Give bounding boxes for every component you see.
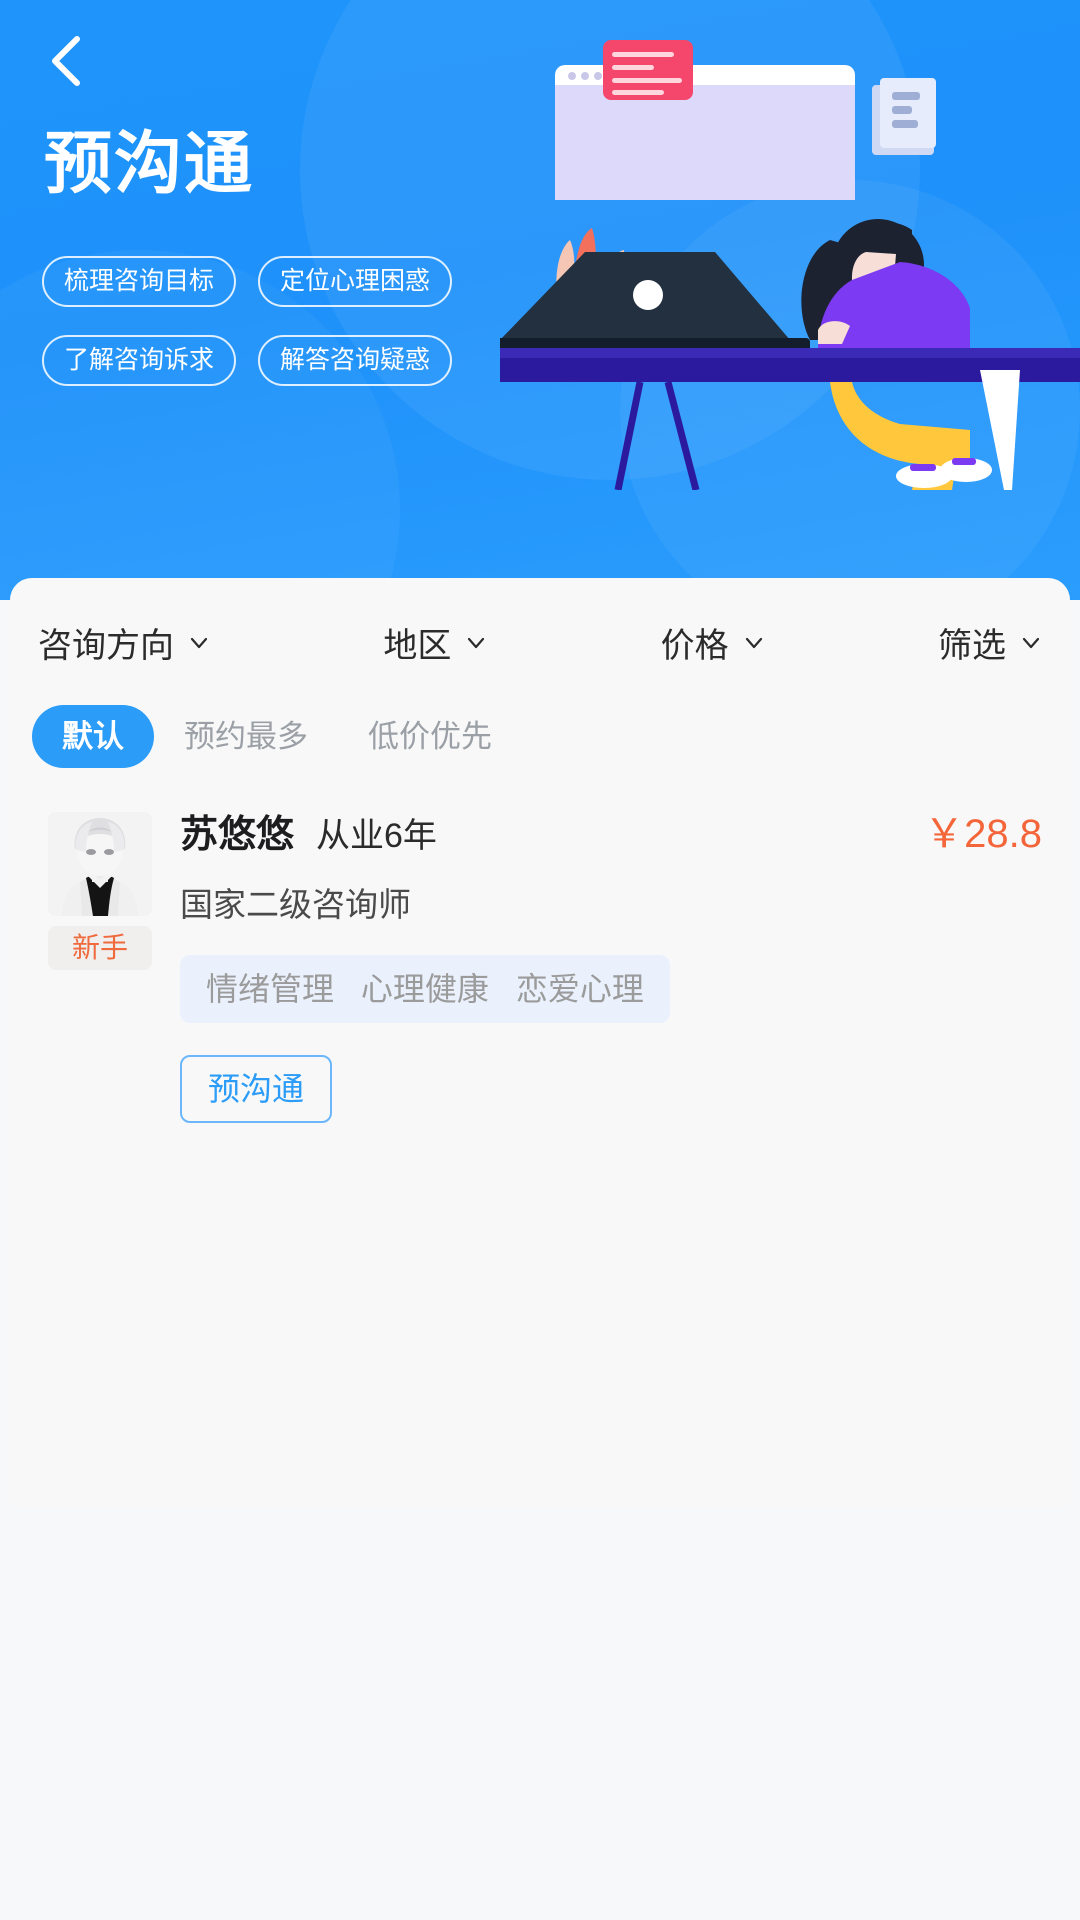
hero-feature-pills: 梳理咨询目标 定位心理困惑 了解咨询诉求 解答咨询疑惑 xyxy=(42,256,462,414)
sort-tab-most-booked[interactable]: 预约最多 xyxy=(154,705,338,768)
avatar-column: 新手 xyxy=(48,812,152,1163)
counselor-price: ￥28.8 xyxy=(924,812,1042,856)
hero-pill: 定位心理困惑 xyxy=(258,256,453,307)
chevron-down-icon xyxy=(1020,632,1042,654)
avatar xyxy=(48,812,152,916)
filter-label: 筛选 xyxy=(937,627,1006,665)
tag: 心理健康 xyxy=(360,971,489,1008)
hero-pill: 梳理咨询目标 xyxy=(42,256,237,307)
counselor-info: 苏悠悠 从业6年 ￥28.8 国家二级咨询师 情绪管理 心理健康 恋爱心理 预沟… xyxy=(180,812,1042,1163)
chevron-down-icon xyxy=(743,632,765,654)
counselor-tags: 情绪管理 心理健康 恋爱心理 xyxy=(180,955,670,1024)
page-title: 预沟通 xyxy=(44,126,255,202)
hero-pill: 了解咨询诉求 xyxy=(42,335,237,386)
hero-pill: 解答咨询疑惑 xyxy=(258,335,453,386)
filter-label: 地区 xyxy=(383,627,452,665)
filter-region[interactable]: 地区 xyxy=(383,618,487,667)
counselor-name: 苏悠悠 xyxy=(180,814,295,856)
filter-label: 价格 xyxy=(660,627,729,665)
sort-tabs: 默认 预约最多 低价优先 xyxy=(10,667,1070,768)
app-screen: 预沟通 梳理咨询目标 定位心理困惑 了解咨询诉求 解答咨询疑惑 咨询方向 地区 … xyxy=(0,0,1080,1920)
pre-consult-button[interactable]: 预沟通 xyxy=(180,1055,333,1124)
status-badge: 新手 xyxy=(48,926,152,970)
filter-bar: 咨询方向 地区 价格 筛选 xyxy=(10,578,1070,667)
tag: 情绪管理 xyxy=(206,971,335,1008)
chevron-down-icon xyxy=(465,632,487,654)
sort-tab-lowest-price[interactable]: 低价优先 xyxy=(338,705,522,768)
counselor-name-row: 苏悠悠 从业6年 ￥28.8 xyxy=(180,812,1042,857)
back-button[interactable] xyxy=(34,28,100,94)
tag: 恋爱心理 xyxy=(515,971,644,1008)
chevron-down-icon xyxy=(188,632,210,654)
counselor-list: 新手 苏悠悠 从业6年 ￥28.8 国家二级咨询师 情绪管理 心理健康 恋爱心理… xyxy=(10,768,1070,1163)
sort-tab-default[interactable]: 默认 xyxy=(32,705,154,768)
hero-illustration xyxy=(490,40,1080,491)
filter-more[interactable]: 筛选 xyxy=(938,618,1042,667)
filter-price[interactable]: 价格 xyxy=(661,618,765,667)
chevron-left-icon xyxy=(47,33,87,89)
list-item[interactable]: 新手 苏悠悠 从业6年 ￥28.8 国家二级咨询师 情绪管理 心理健康 恋爱心理… xyxy=(10,812,1070,1163)
filter-consult-direction[interactable]: 咨询方向 xyxy=(38,618,210,667)
filter-label: 咨询方向 xyxy=(38,627,174,665)
list-item-bottom-spacer xyxy=(180,1123,1042,1163)
counselor-name-group: 苏悠悠 从业6年 xyxy=(180,814,437,857)
counselor-experience: 从业6年 xyxy=(316,817,437,855)
hero-banner: 预沟通 梳理咨询目标 定位心理困惑 了解咨询诉求 解答咨询疑惑 xyxy=(0,0,1080,600)
counselor-certification: 国家二级咨询师 xyxy=(180,885,411,923)
content-sheet: 咨询方向 地区 价格 筛选 默认 预约最多 低价优先 新手 苏悠悠 从业6年 ￥… xyxy=(10,578,1070,1508)
